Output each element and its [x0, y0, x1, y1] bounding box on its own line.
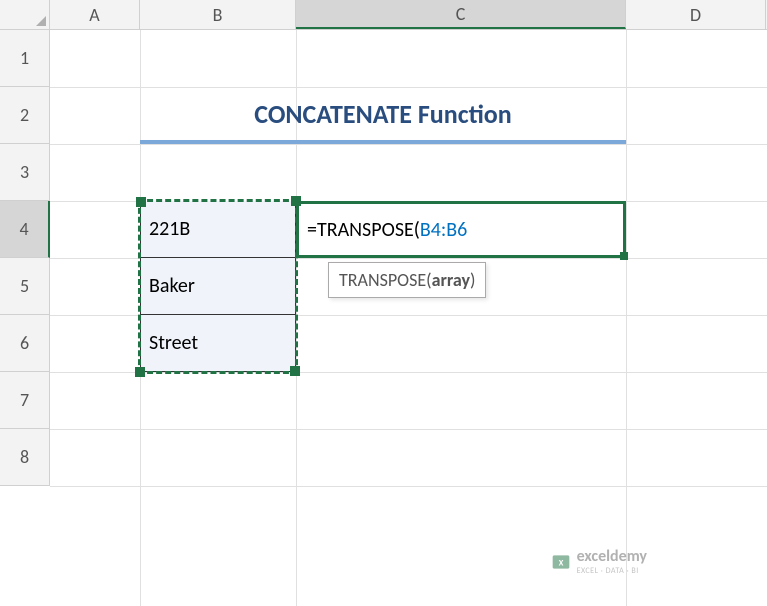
column-headers: A B C D [0, 0, 767, 30]
excel-icon: X [551, 552, 571, 572]
spreadsheet-grid: A B C D 1 2 3 4 5 6 7 8 CONCATENATE Func… [0, 0, 767, 606]
selection-handle [135, 367, 145, 377]
row-header-4[interactable]: 4 [0, 201, 50, 258]
row-headers: 1 2 3 4 5 6 7 8 [0, 30, 50, 486]
tooltip-arg: array [432, 269, 470, 291]
title-cell[interactable]: CONCATENATE Function [140, 87, 626, 144]
row-header-1[interactable]: 1 [0, 30, 50, 87]
formula-reference: B4:B6 [420, 218, 467, 242]
cell-b6[interactable]: Street [140, 315, 296, 372]
select-all-corner[interactable] [0, 0, 50, 29]
row-header-5[interactable]: 5 [0, 258, 50, 315]
selection-handle [291, 196, 301, 206]
watermark: X exceldemy EXCEL · DATA · BI [551, 547, 647, 576]
tooltip-suffix: ) [470, 269, 475, 291]
gridline [626, 30, 627, 606]
gridline [50, 372, 767, 373]
function-tooltip[interactable]: TRANSPOSE(array) [328, 262, 486, 298]
cell-c4-active[interactable]: =TRANSPOSE(B4:B6 [296, 201, 626, 258]
column-header-d[interactable]: D [626, 0, 766, 29]
row-header-3[interactable]: 3 [0, 144, 50, 201]
watermark-name: exceldemy [577, 547, 647, 566]
row-header-8[interactable]: 8 [0, 429, 50, 486]
row-header-2[interactable]: 2 [0, 87, 50, 144]
watermark-tagline: EXCEL · DATA · BI [577, 566, 647, 576]
column-header-b[interactable]: B [140, 0, 296, 29]
gridline [50, 486, 767, 487]
cell-b4[interactable]: 221B [140, 201, 296, 258]
row-header-7[interactable]: 7 [0, 372, 50, 429]
gridline [50, 144, 767, 145]
formula-prefix: =TRANSPOSE( [307, 218, 420, 242]
cell-b5[interactable]: Baker [140, 258, 296, 315]
svg-text:X: X [558, 558, 563, 568]
column-header-c[interactable]: C [296, 0, 626, 29]
gridline [50, 429, 767, 430]
column-header-a[interactable]: A [50, 0, 140, 29]
row-header-6[interactable]: 6 [0, 315, 50, 372]
tooltip-func: TRANSPOSE( [339, 269, 432, 291]
